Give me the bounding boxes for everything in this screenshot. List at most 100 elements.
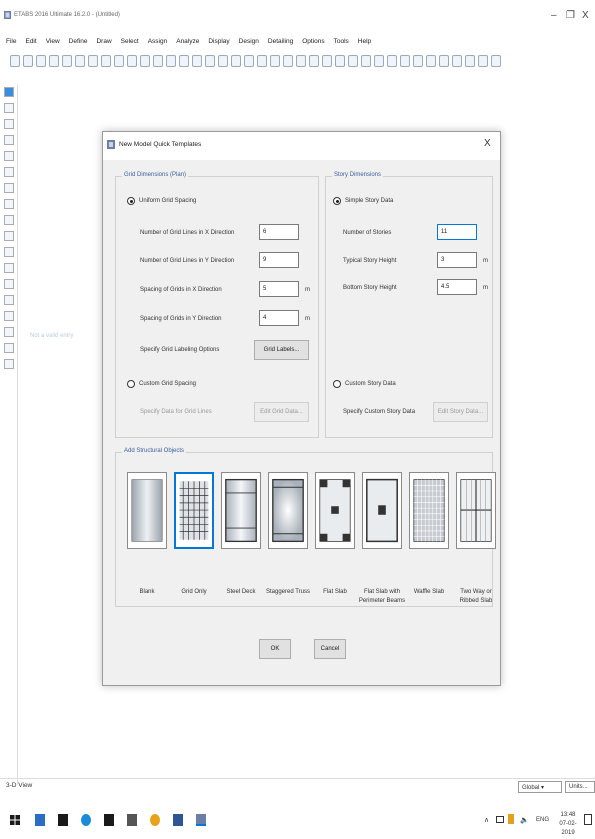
run-icon[interactable] xyxy=(100,55,111,67)
redo-icon[interactable] xyxy=(61,55,72,67)
reshape-icon[interactable] xyxy=(4,119,14,129)
line-icon[interactable] xyxy=(4,135,14,145)
grid-spacing-x-input[interactable]: 5 xyxy=(259,281,299,297)
bottom-story-height-input[interactable]: 4.5 xyxy=(437,279,477,295)
perspective-icon[interactable] xyxy=(243,55,254,67)
maximize-button[interactable]: ❐ xyxy=(566,10,575,21)
open-icon[interactable] xyxy=(22,55,33,67)
file-explorer-icon[interactable] xyxy=(35,814,45,826)
draw-brace-icon[interactable] xyxy=(451,55,462,67)
opening-icon[interactable] xyxy=(4,231,14,241)
menu-help[interactable]: Help xyxy=(358,38,371,45)
zoom-previous-icon[interactable] xyxy=(165,55,176,67)
select-icon[interactable] xyxy=(4,103,14,113)
link-icon[interactable] xyxy=(4,247,14,257)
number-of-stories-input[interactable]: 11 xyxy=(437,224,477,240)
template-waffle-slab[interactable] xyxy=(409,472,449,549)
zoom-in-icon[interactable] xyxy=(113,55,124,67)
menu-file[interactable]: File xyxy=(6,38,16,45)
plan-view-icon[interactable] xyxy=(204,55,215,67)
word-icon[interactable] xyxy=(173,814,183,826)
simple-story-radio[interactable] xyxy=(333,197,341,205)
input-language[interactable]: ENG xyxy=(536,817,549,823)
coordinate-system-dropdown[interactable]: Global ▾ xyxy=(518,781,562,793)
display-options-icon[interactable] xyxy=(295,55,306,67)
draw-floor-icon[interactable] xyxy=(464,55,475,67)
edit-story-data-button[interactable]: Edit Story Data... xyxy=(433,402,488,422)
template-grid-only[interactable] xyxy=(174,472,214,549)
rebar-icon[interactable] xyxy=(4,343,14,353)
menu-assign[interactable]: Assign xyxy=(148,38,168,45)
notification-app-icon[interactable] xyxy=(508,814,514,824)
close-button[interactable]: X xyxy=(582,10,589,21)
menu-edit[interactable]: Edit xyxy=(25,38,36,45)
etabs-taskbar-icon[interactable] xyxy=(196,814,206,826)
draw-wall-icon[interactable] xyxy=(477,55,488,67)
new-model-icon[interactable] xyxy=(9,55,20,67)
network-icon[interactable] xyxy=(496,816,504,823)
draw-beam-icon[interactable] xyxy=(438,55,449,67)
template-blank[interactable] xyxy=(127,472,167,549)
beam-icon[interactable] xyxy=(334,55,345,67)
draw-column-icon[interactable] xyxy=(425,55,436,67)
tendon-icon[interactable] xyxy=(4,327,14,337)
elevation-view-icon[interactable] xyxy=(217,55,228,67)
down-arrow-icon[interactable] xyxy=(269,55,280,67)
deformed-shape-icon[interactable] xyxy=(347,55,358,67)
template-two-way-ribbed-slab[interactable] xyxy=(456,472,496,549)
undo-icon[interactable] xyxy=(48,55,59,67)
dimension-icon[interactable] xyxy=(4,279,14,289)
menu-display[interactable]: Display xyxy=(208,38,229,45)
cross-brace-icon[interactable] xyxy=(4,183,14,193)
menu-detailing[interactable]: Detailing xyxy=(268,38,293,45)
edge-browser-icon[interactable] xyxy=(81,814,91,826)
custom-grid-radio[interactable] xyxy=(127,380,135,388)
spring-icon[interactable] xyxy=(4,263,14,273)
chrome-icon[interactable] xyxy=(150,814,160,826)
units-dropdown[interactable]: Units... xyxy=(565,781,595,793)
tray-chevron-icon[interactable]: ∧ xyxy=(484,816,489,824)
menu-tools[interactable]: Tools xyxy=(334,38,349,45)
clock[interactable]: 13:48 07-02-2019 xyxy=(556,811,580,838)
up-arrow-icon[interactable] xyxy=(256,55,267,67)
menu-analyze[interactable]: Analyze xyxy=(176,38,199,45)
zoom-window-icon[interactable] xyxy=(139,55,150,67)
brace-icon[interactable] xyxy=(4,167,14,177)
column-icon[interactable] xyxy=(4,151,14,161)
design-icon[interactable] xyxy=(412,55,423,67)
template-steel-deck[interactable] xyxy=(221,472,261,549)
dialog-close-button[interactable]: X xyxy=(484,138,491,149)
grid-lines-y-input[interactable]: 9 xyxy=(259,252,299,268)
minimize-button[interactable]: – xyxy=(551,10,557,21)
grid-lines-x-input[interactable]: 6 xyxy=(259,224,299,240)
pan-icon[interactable] xyxy=(178,55,189,67)
zoom-all-icon[interactable] xyxy=(152,55,163,67)
object-shrink-icon[interactable] xyxy=(282,55,293,67)
action-center-icon[interactable] xyxy=(584,814,592,825)
lock-icon[interactable] xyxy=(87,55,98,67)
section-cut-icon[interactable] xyxy=(373,55,384,67)
zoom-out-icon[interactable] xyxy=(126,55,137,67)
app-icon-5[interactable] xyxy=(127,814,137,826)
menu-draw[interactable]: Draw xyxy=(96,38,111,45)
template-flat-slab-perimeter-beams[interactable] xyxy=(362,472,402,549)
grid-spacing-y-input[interactable]: 4 xyxy=(259,310,299,326)
edit-grid-data-button[interactable]: Edit Grid Data... xyxy=(254,402,309,422)
grid-tool-icon[interactable] xyxy=(4,359,14,369)
menu-select[interactable]: Select xyxy=(121,38,139,45)
draw-opening-icon[interactable] xyxy=(490,55,501,67)
uniform-grid-radio[interactable] xyxy=(127,197,135,205)
3d-view-icon[interactable] xyxy=(191,55,202,67)
custom-story-radio[interactable] xyxy=(333,380,341,388)
grid-labels-button[interactable]: Grid Labels... xyxy=(254,340,309,360)
template-flat-slab[interactable] xyxy=(315,472,355,549)
menu-define[interactable]: Define xyxy=(69,38,88,45)
forces-icon[interactable] xyxy=(360,55,371,67)
pencil-icon[interactable] xyxy=(74,55,85,67)
windows-start-icon[interactable] xyxy=(10,814,20,826)
template-staggered-truss[interactable] xyxy=(268,472,308,549)
section-cut-tool-icon[interactable] xyxy=(4,311,14,321)
save-icon[interactable] xyxy=(35,55,46,67)
volume-icon[interactable]: 🔈 xyxy=(520,816,529,824)
menu-options[interactable]: Options xyxy=(302,38,324,45)
